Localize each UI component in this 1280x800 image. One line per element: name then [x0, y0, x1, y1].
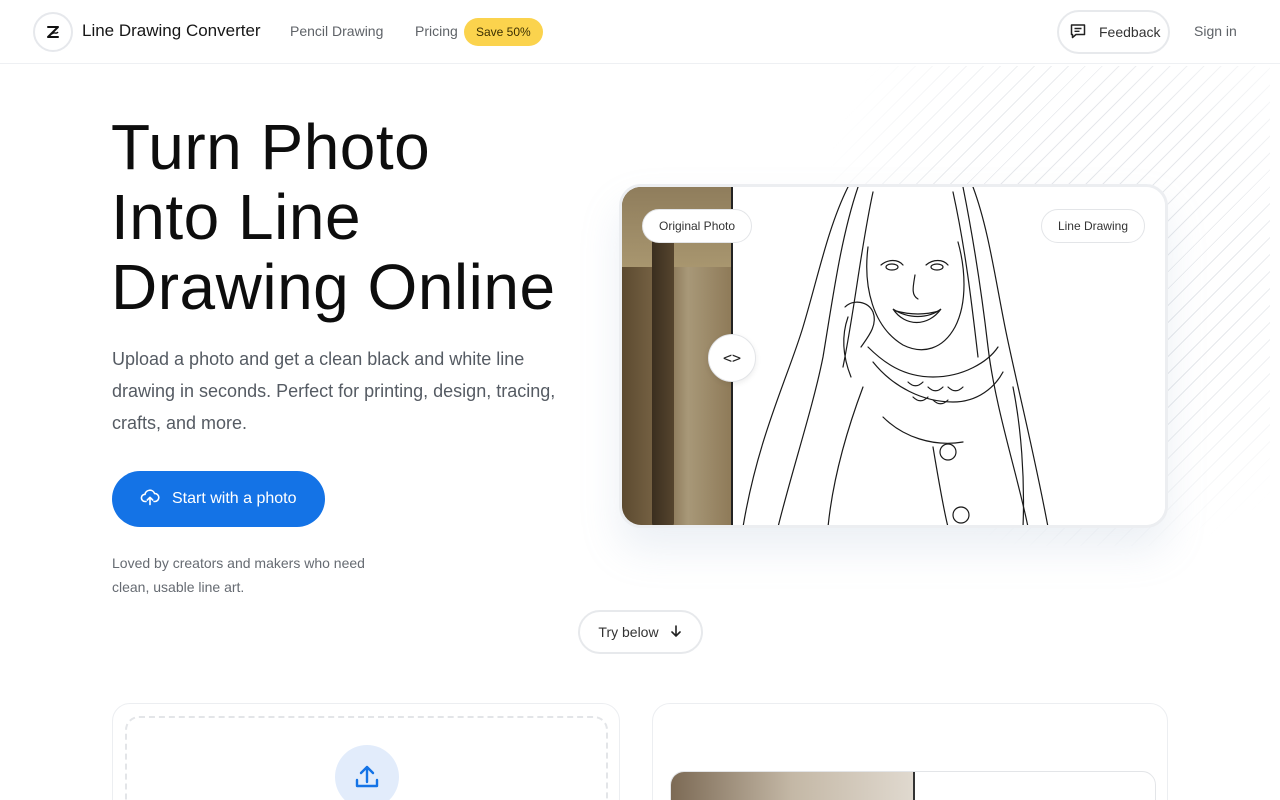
start-with-photo-button[interactable]: Start with a photo: [112, 471, 325, 527]
hero-subtitle: Upload a photo and get a clean black and…: [112, 349, 556, 433]
logo-icon[interactable]: [33, 12, 73, 52]
arrow-down-icon: [669, 624, 683, 641]
feedback-label: Feedback: [1099, 24, 1161, 40]
line-drawing-label: Line Drawing: [1040, 209, 1145, 243]
try-below-label: Try below: [598, 624, 659, 640]
sign-in-link[interactable]: Sign in: [1194, 23, 1237, 39]
result-divider: [913, 772, 915, 800]
try-below-button[interactable]: Try below: [578, 610, 703, 654]
upload-dropzone[interactable]: [125, 716, 608, 800]
top-nav-bar: Line Drawing Converter Pencil Drawing Pr…: [0, 0, 1280, 64]
result-preview-card: [652, 703, 1168, 800]
brand-name[interactable]: Line Drawing Converter: [82, 21, 261, 41]
hero-title: Turn Photo Into Line Drawing Online: [111, 112, 591, 322]
upload-icon[interactable]: [335, 745, 399, 800]
hero-title-line-1: Turn Photo: [111, 111, 431, 183]
result-comparison[interactable]: [670, 771, 1156, 800]
photo-pillar: [652, 227, 674, 525]
nav-link-pencil-drawing[interactable]: Pencil Drawing: [290, 23, 383, 39]
before-after-comparison[interactable]: Original Photo Line Drawing <>: [619, 184, 1168, 528]
social-proof-text: Loved by creators and makers who need cl…: [112, 555, 365, 595]
hero-title-line-2: Into Line: [111, 181, 362, 253]
discount-badge[interactable]: Save 50%: [464, 18, 543, 46]
original-photo-label: Original Photo: [642, 209, 753, 243]
nav-link-pricing[interactable]: Pricing: [415, 23, 458, 39]
upload-card: [112, 703, 620, 800]
message-icon: [1069, 22, 1087, 43]
cta-label: Start with a photo: [172, 490, 297, 507]
feedback-button[interactable]: Feedback: [1057, 10, 1170, 54]
result-original-photo: [671, 772, 914, 800]
cloud-upload-icon: [140, 487, 160, 512]
hero-title-line-3: Drawing Online: [111, 251, 556, 323]
comparison-slider-handle[interactable]: <>: [708, 334, 756, 382]
